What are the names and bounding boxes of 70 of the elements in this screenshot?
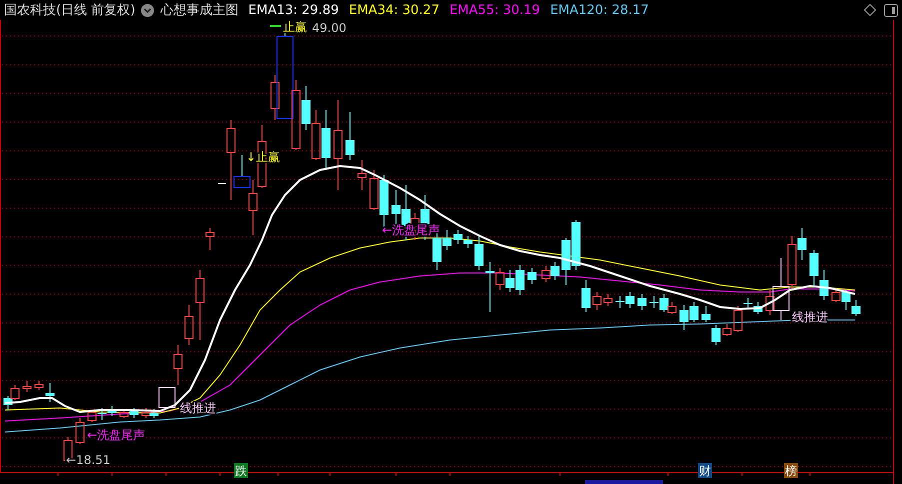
ema-value: EMA34: 30.27	[348, 2, 440, 18]
candle	[592, 292, 602, 310]
candle	[370, 170, 378, 210]
candle	[346, 112, 354, 160]
candle	[832, 288, 840, 302]
candle	[454, 230, 462, 244]
dropdown-icon[interactable]	[141, 4, 154, 16]
candle	[604, 294, 612, 306]
candle	[638, 294, 646, 310]
candle	[76, 418, 84, 444]
candle	[270, 74, 280, 120]
candle	[616, 296, 624, 308]
candle	[702, 306, 710, 322]
candle	[150, 408, 158, 418]
candle	[474, 236, 484, 270]
candle	[174, 344, 182, 386]
candle	[248, 180, 258, 236]
candle	[766, 290, 774, 316]
candle	[312, 110, 320, 160]
stock-title: 国农科技(日线 前复权)	[4, 2, 136, 19]
price-label: ←18.51	[66, 453, 110, 467]
ema-value: EMA120: 28.17	[550, 2, 649, 18]
diamond-icon[interactable]	[864, 4, 876, 16]
candle	[464, 236, 472, 248]
candle	[572, 220, 580, 270]
candle	[810, 250, 818, 286]
highlighted-candle	[158, 387, 176, 408]
candle	[690, 302, 698, 322]
candle	[196, 270, 204, 340]
candle	[528, 268, 536, 284]
candle	[10, 384, 20, 400]
candle	[722, 324, 732, 336]
candle	[206, 228, 214, 250]
candle	[22, 380, 32, 392]
panel-toggle-icon[interactable]	[884, 4, 898, 16]
candle	[184, 304, 194, 346]
ema-value: EMA55: 30.19	[449, 2, 540, 18]
candle	[754, 302, 762, 314]
candle	[380, 174, 388, 228]
candle	[98, 408, 106, 420]
candle	[626, 292, 634, 308]
indicator-name[interactable]: 心想事成主图	[160, 1, 238, 19]
price-label: 49.00	[312, 21, 346, 35]
candle	[680, 304, 688, 330]
candle	[562, 238, 570, 286]
candle	[358, 160, 366, 190]
candle	[852, 300, 860, 316]
candle	[516, 264, 524, 296]
candle	[322, 110, 330, 170]
candle	[506, 270, 514, 292]
signal-badge: 榜	[784, 463, 798, 478]
candle	[108, 406, 116, 416]
candle	[712, 324, 720, 346]
candle	[542, 266, 550, 282]
candle	[46, 382, 54, 402]
ema-value: EMA13: 29.89	[248, 2, 339, 18]
candle	[88, 410, 96, 422]
signal-label: ←洗盘尾声	[87, 428, 146, 442]
signal-label: 止赢	[283, 20, 307, 34]
highlighted-candle	[772, 258, 790, 320]
candle	[842, 290, 850, 310]
candle	[820, 270, 828, 300]
candle	[582, 280, 590, 312]
signal-badge: 跌	[234, 463, 248, 478]
dash-mark	[218, 183, 226, 184]
candle	[550, 262, 560, 280]
signal-badge: 财	[698, 463, 712, 478]
highlighted-candle	[234, 154, 250, 188]
candle	[4, 396, 12, 410]
candle	[34, 380, 44, 390]
